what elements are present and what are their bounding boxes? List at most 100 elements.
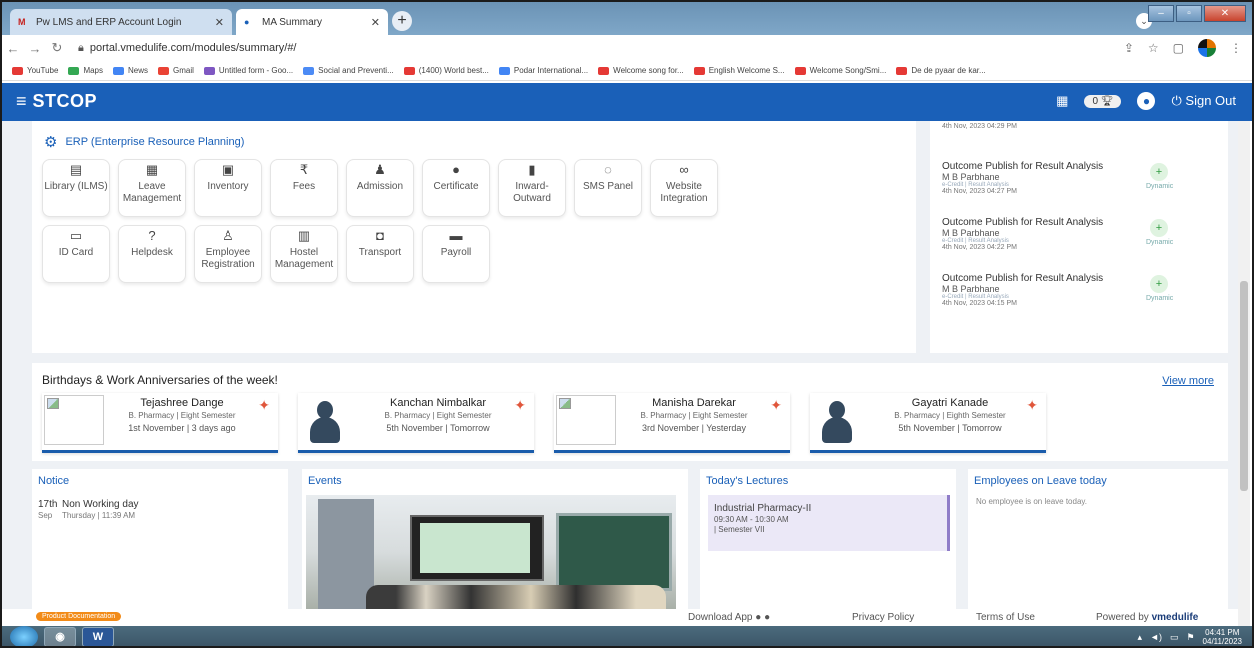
broken-image-icon bbox=[556, 395, 616, 445]
erp-tile[interactable]: ? Helpdesk bbox=[118, 225, 186, 283]
view-more-link[interactable]: View more bbox=[1162, 375, 1214, 387]
notification-count: 0 bbox=[1092, 95, 1098, 107]
plus-icon[interactable]: + bbox=[1150, 219, 1168, 237]
new-tab-button[interactable]: + bbox=[392, 11, 412, 31]
erp-tile[interactable]: ● Certificate bbox=[422, 159, 490, 217]
birthday-card[interactable]: Manisha Darekar B. Pharmacy | Eight Semes… bbox=[554, 393, 790, 453]
powered-brand[interactable]: vmedulife bbox=[1152, 612, 1199, 623]
brand[interactable]: ≡ STCOP bbox=[16, 91, 97, 112]
erp-panel: ⚙ ERP (Enterprise Resource Planning) ▤ Li… bbox=[32, 121, 916, 353]
bookmark-label: Social and Preventi... bbox=[318, 66, 394, 75]
erp-tile-label: ID Card bbox=[58, 247, 94, 258]
activity-item[interactable]: Outcome Publish for Result Analysis M B P… bbox=[942, 273, 1222, 307]
bookmark-podar[interactable]: Podar International... bbox=[498, 66, 588, 75]
tray-arrow-icon[interactable]: ▴ bbox=[1138, 632, 1143, 643]
terms-of-use-link[interactable]: Terms of Use bbox=[976, 612, 1035, 623]
erp-tile[interactable]: ₹ Fees bbox=[270, 159, 338, 217]
erp-tile[interactable]: ◌ SMS Panel bbox=[574, 159, 642, 217]
birthday-card[interactable]: Gayatri Kanade B. Pharmacy | Eighth Semes… bbox=[810, 393, 1046, 453]
word-taskbar-icon[interactable]: W bbox=[82, 627, 114, 646]
youtube-icon bbox=[896, 66, 908, 75]
hamburger-menu-icon[interactable]: ≡ bbox=[16, 91, 27, 111]
erp-tile[interactable]: ▬ Payroll bbox=[422, 225, 490, 283]
scrollbar-thumb[interactable] bbox=[1240, 281, 1248, 491]
activity-item[interactable]: Outcome Publish for Result Analysis M B P… bbox=[942, 161, 1222, 195]
download-app-label: Download App bbox=[688, 612, 753, 623]
bookmark-gmail[interactable]: Gmail bbox=[158, 66, 194, 75]
erp-tile[interactable]: ▣ Inventory bbox=[194, 159, 262, 217]
network-icon[interactable]: ▭ bbox=[1170, 632, 1179, 643]
bookmark-youtube[interactable]: YouTube bbox=[12, 66, 58, 75]
profile-avatar-icon[interactable] bbox=[1198, 39, 1216, 57]
birthday-card[interactable]: Kanchan Nimbalkar B. Pharmacy | Eight Sem… bbox=[298, 393, 534, 453]
activity-user: M B Parbhane bbox=[942, 228, 1000, 238]
plus-icon[interactable]: + bbox=[1150, 275, 1168, 293]
clock[interactable]: 04:41 PM 04/11/2023 bbox=[1203, 628, 1242, 646]
sign-out-button[interactable]: ⏻ Sign Out bbox=[1171, 93, 1236, 109]
lock-icon: 🔒︎ bbox=[78, 41, 84, 54]
help-icon: ? bbox=[148, 228, 156, 243]
bookmark-untitled-form[interactable]: Untitled form - Goo... bbox=[203, 66, 293, 75]
erp-tile[interactable]: ▥ Hostel Management bbox=[270, 225, 338, 283]
tab-summary[interactable]: ● MA Summary ✕ bbox=[236, 9, 388, 35]
chrome-taskbar-icon[interactable]: ◉ bbox=[44, 627, 76, 646]
close-window-button[interactable]: ✕ bbox=[1204, 5, 1246, 22]
share-icon[interactable]: ⇪ bbox=[1124, 41, 1134, 55]
activity-item[interactable]: Outcome Publish for Result Analysis M B P… bbox=[942, 217, 1222, 251]
page-scrollbar[interactable] bbox=[1238, 121, 1250, 626]
event-photo[interactable] bbox=[306, 495, 676, 609]
erp-tile[interactable]: ▦ Leave Management bbox=[118, 159, 186, 217]
lecture-card[interactable]: Industrial Pharmacy-II 09:30 AM - 10:30 … bbox=[708, 495, 950, 551]
bus-icon: ◘ bbox=[376, 228, 384, 243]
erp-tile[interactable]: ∞ Website Integration bbox=[650, 159, 718, 217]
powered-by: Powered by vmedulife bbox=[1096, 612, 1198, 623]
close-tab-icon[interactable]: ✕ bbox=[371, 16, 380, 29]
bookmark-social[interactable]: Social and Preventi... bbox=[303, 66, 394, 75]
windows-start-button[interactable] bbox=[10, 626, 38, 646]
close-tab-icon[interactable]: ✕ bbox=[215, 16, 224, 29]
bookmark-world-best[interactable]: (1400) World best... bbox=[403, 66, 489, 75]
brand-name: STCOP bbox=[32, 91, 98, 111]
globe-icon bbox=[303, 66, 315, 75]
back-icon[interactable]: ← bbox=[2, 41, 24, 56]
maximize-button[interactable]: ▫ bbox=[1176, 5, 1202, 22]
user-icon[interactable]: ● bbox=[1137, 92, 1156, 110]
bookmark-label: English Welcome S... bbox=[708, 66, 785, 75]
plus-icon[interactable]: + bbox=[1150, 163, 1168, 181]
bookmark-de-de-pyaar[interactable]: De de pyaar de kar... bbox=[896, 66, 986, 75]
erp-tile[interactable]: ▮ Inward-Outward bbox=[498, 159, 566, 217]
bookmark-welcome-song[interactable]: Welcome song for... bbox=[598, 66, 684, 75]
flag-icon[interactable]: ⚑ bbox=[1186, 632, 1194, 643]
tab-lms-login[interactable]: M Pw LMS and ERP Account Login ✕ bbox=[10, 9, 232, 35]
erp-tile[interactable]: ▭ ID Card bbox=[42, 225, 110, 283]
bookmark-news[interactable]: News bbox=[113, 66, 148, 75]
minimize-button[interactable]: – bbox=[1148, 5, 1174, 22]
erp-tile[interactable]: ▤ Library (ILMS) bbox=[42, 159, 110, 217]
download-app[interactable]: Download App ● ● bbox=[688, 612, 770, 623]
apple-icon[interactable]: ● bbox=[764, 612, 770, 623]
birthday-card[interactable]: Tejashree Dange B. Pharmacy | Eight Semes… bbox=[42, 393, 278, 453]
bookmark-maps[interactable]: Maps bbox=[68, 66, 103, 75]
reload-icon[interactable]: ↻ bbox=[46, 40, 68, 56]
erp-tile[interactable]: ◘ Transport bbox=[346, 225, 414, 283]
product-documentation-button[interactable]: Product Documentation bbox=[36, 612, 122, 621]
url-field[interactable]: 🔒︎ portal.vmedulife.com/modules/summary/#… bbox=[78, 42, 297, 55]
bookmark-welcome-song-smi[interactable]: Welcome Song/Smi... bbox=[794, 66, 886, 75]
party-popper-icon: ✦ bbox=[514, 397, 526, 413]
erp-tile-label: Certificate bbox=[433, 181, 479, 192]
bookmark-english-welcome[interactable]: English Welcome S... bbox=[693, 66, 785, 75]
privacy-policy-link[interactable]: Privacy Policy bbox=[852, 612, 914, 623]
erp-tile[interactable]: ♙ Employee Registration bbox=[194, 225, 262, 283]
notification-badge[interactable]: 0 🏆︎ bbox=[1084, 94, 1122, 108]
menu-dots-icon[interactable]: ⋮ bbox=[1230, 41, 1242, 55]
star-icon[interactable]: ☆ bbox=[1148, 41, 1159, 55]
forward-icon[interactable]: → bbox=[24, 41, 46, 56]
clock-time: 04:41 PM bbox=[1205, 628, 1240, 637]
volume-icon[interactable]: ◄) bbox=[1150, 632, 1162, 642]
apps-grid-icon[interactable]: ▦ bbox=[1056, 93, 1068, 109]
notice-item-title[interactable]: Non Working day bbox=[62, 499, 139, 510]
sidepanel-icon[interactable]: ▢ bbox=[1173, 41, 1184, 55]
erp-tile[interactable]: ♟ Admission bbox=[346, 159, 414, 217]
android-icon[interactable]: ● bbox=[755, 612, 761, 623]
site-favicon-icon: ● bbox=[244, 17, 250, 27]
